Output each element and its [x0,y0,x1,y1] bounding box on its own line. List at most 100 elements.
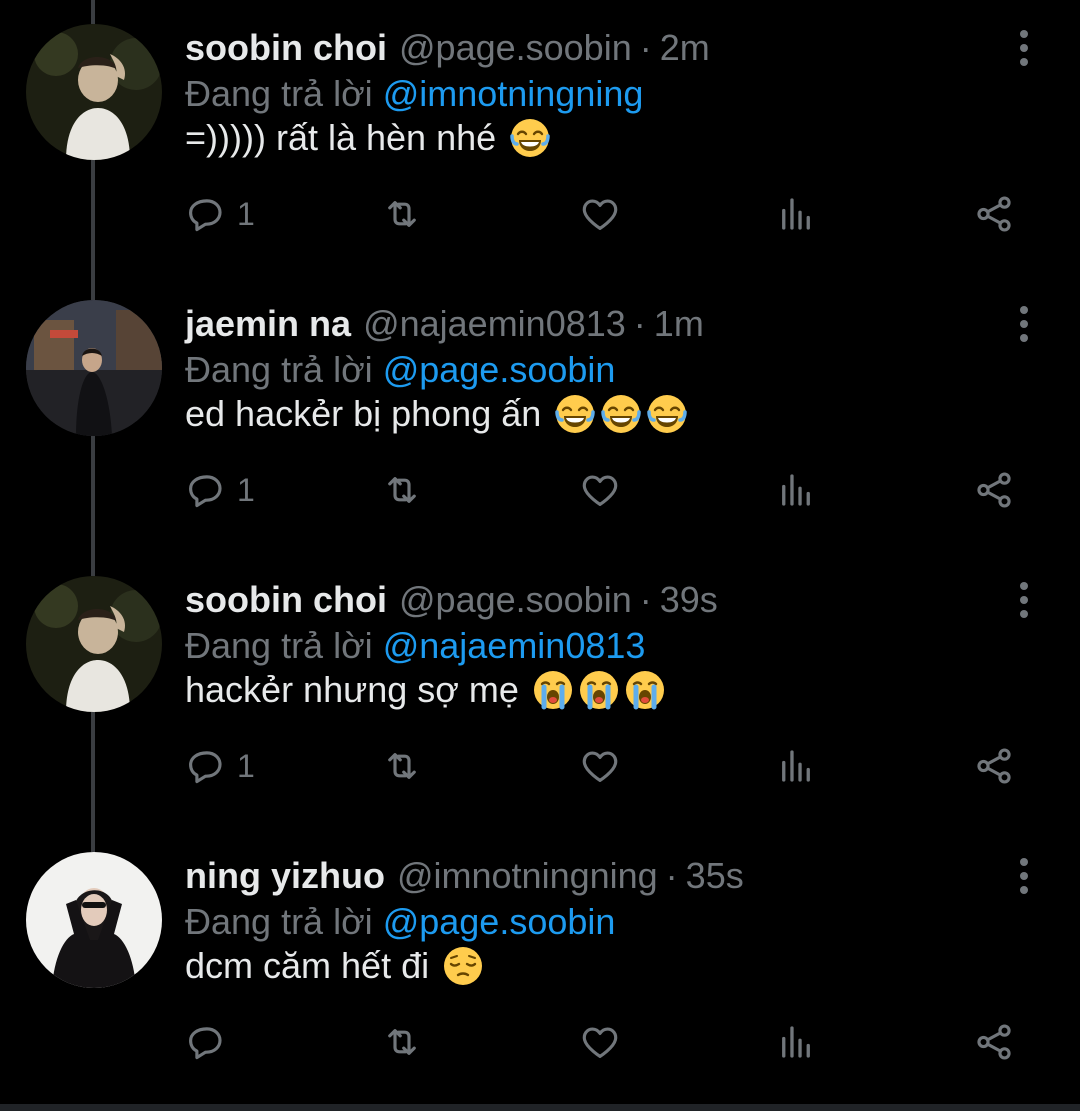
replying-to-label: Đang trả lời [185,625,373,666]
avatar[interactable] [26,852,162,988]
tweet[interactable]: ning yizhuo @imnotningning · 35s Đang tr… [0,828,1080,1104]
retweet-icon [381,193,423,235]
tweet-text-content: ed hackẻr bị phong ấn [185,393,542,434]
tweet-text: =))))) rất là hèn nhé [185,112,552,164]
heart-icon [579,1021,621,1063]
separator-dot: · [639,27,652,68]
emoji-group [508,116,552,160]
more-options-icon[interactable] [1010,304,1038,344]
action-bar: 1 [185,466,1025,514]
avatar[interactable] [26,576,162,712]
display-name[interactable]: soobin choi [185,24,387,72]
user-handle[interactable]: @imnotningning [397,852,658,900]
separator-dot: · [639,579,652,620]
tweet-text: dcm căm hết đi [185,940,485,992]
loudly-crying-face-icon [623,668,667,712]
more-options-icon[interactable] [1010,28,1038,68]
retweet-button[interactable] [381,466,423,514]
loudly-crying-face-icon [531,668,575,712]
share-button[interactable] [973,1018,1015,1066]
replying-to: Đang trả lời @najaemin0813 [185,622,645,670]
views-button[interactable] [775,190,817,238]
reply-button[interactable]: 1 [185,466,255,514]
tweet-header: jaemin na @najaemin0813 · 1m [185,300,704,348]
loudly-crying-face-icon [577,668,621,712]
user-handle[interactable]: @page.soobin [399,24,632,72]
separator-dot: · [633,303,646,344]
bottom-divider [0,1104,1080,1111]
mention-link[interactable]: @najaemin0813 [383,625,646,666]
mention-link[interactable]: @page.soobin [383,349,616,390]
tweet[interactable]: jaemin na @najaemin0813 · 1m Đang trả lờ… [0,276,1080,552]
replying-to: Đang trả lời @imnotningning [185,70,643,118]
more-options-icon[interactable] [1010,580,1038,620]
analytics-icon [775,745,817,787]
replying-to: Đang trả lời @page.soobin [185,346,615,394]
speech-bubble-icon [185,193,227,235]
action-bar [185,1018,1025,1066]
tweet[interactable]: soobin choi @page.soobin · 2m Đang trả l… [0,0,1080,276]
tweet-text: hackẻr nhưng sợ mẹ [185,664,667,716]
timestamp[interactable]: 2m [660,24,710,72]
heart-icon [579,745,621,787]
timestamp[interactable]: 1m [654,300,704,348]
heart-icon [579,193,621,235]
timestamp[interactable]: 39s [660,576,718,624]
replying-to-label: Đang trả lời [185,901,373,942]
analytics-icon [775,1021,817,1063]
like-button[interactable] [579,190,621,238]
display-name[interactable]: ning yizhuo [185,852,385,900]
tweet-header: soobin choi @page.soobin · 39s [185,576,718,624]
display-name[interactable]: jaemin na [185,300,351,348]
share-icon [973,1021,1015,1063]
user-handle[interactable]: @page.soobin [399,576,632,624]
views-button[interactable] [775,466,817,514]
analytics-icon [775,193,817,235]
retweet-button[interactable] [381,1018,423,1066]
speech-bubble-icon [185,1021,227,1063]
mention-link[interactable]: @page.soobin [383,901,616,942]
retweet-button[interactable] [381,190,423,238]
timestamp[interactable]: 35s [686,852,744,900]
like-button[interactable] [579,466,621,514]
retweet-icon [381,469,423,511]
views-button[interactable] [775,742,817,790]
face-with-tears-of-joy-icon [599,392,643,436]
emoji-group [531,668,667,712]
user-handle[interactable]: @najaemin0813 [363,300,626,348]
action-bar: 1 [185,742,1025,790]
reply-button[interactable]: 1 [185,190,255,238]
like-button[interactable] [579,1018,621,1066]
tweet-text-content: hackẻr nhưng sợ mẹ [185,669,519,710]
emoji-group [553,392,689,436]
share-icon [973,469,1015,511]
share-button[interactable] [973,742,1015,790]
emoji-group [441,944,485,988]
share-icon [973,193,1015,235]
face-with-tears-of-joy-icon [508,116,552,160]
speech-bubble-icon [185,745,227,787]
share-button[interactable] [973,466,1015,514]
like-button[interactable] [579,742,621,790]
replying-to: Đang trả lời @page.soobin [185,898,615,946]
retweet-icon [381,745,423,787]
more-options-icon[interactable] [1010,856,1038,896]
reply-button[interactable]: 1 [185,742,255,790]
reply-count: 1 [237,195,255,232]
retweet-button[interactable] [381,742,423,790]
replying-to-label: Đang trả lời [185,349,373,390]
tweet[interactable]: soobin choi @page.soobin · 39s Đang trả … [0,552,1080,828]
mention-link[interactable]: @imnotningning [383,73,644,114]
face-with-tears-of-joy-icon [553,392,597,436]
avatar[interactable] [26,24,162,160]
share-button[interactable] [973,190,1015,238]
views-button[interactable] [775,1018,817,1066]
tweet-text-content: dcm căm hết đi [185,945,430,986]
display-name[interactable]: soobin choi [185,576,387,624]
tweet-text-content: =))))) rất là hèn nhé [185,117,497,158]
reply-count: 1 [237,747,255,784]
share-icon [973,745,1015,787]
reply-button[interactable] [185,1018,237,1066]
tweet-header: soobin choi @page.soobin · 2m [185,24,710,72]
avatar[interactable] [26,300,162,436]
